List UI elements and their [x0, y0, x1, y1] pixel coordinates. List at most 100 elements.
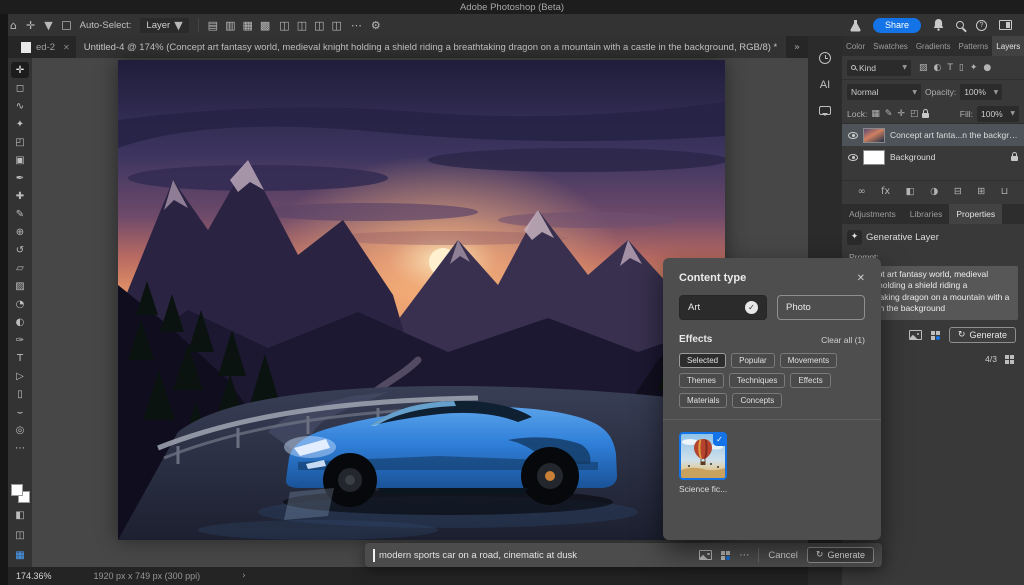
layer-thumbnail[interactable] — [863, 128, 885, 143]
search-icon[interactable] — [956, 21, 964, 29]
layer-effects-icon[interactable]: fx — [881, 186, 890, 197]
align-edges-icon[interactable]: ▩ — [260, 20, 270, 31]
opacity-dropdown[interactable]: 100% ▼ — [960, 84, 1002, 100]
science-fiction-style-thumbnail[interactable]: ✓ — [679, 432, 727, 480]
quick-mask-icon[interactable]: ◧ — [11, 507, 29, 523]
reference-image-icon[interactable] — [699, 550, 712, 560]
crop-tool[interactable]: ◰ — [11, 134, 29, 150]
distribute-center-icon[interactable]: ◫ — [297, 20, 307, 31]
tab-swatches[interactable]: Swatches — [869, 36, 912, 56]
help-icon[interactable]: ? — [976, 20, 987, 31]
fill-dropdown[interactable]: 100% ▼ — [977, 106, 1019, 122]
filter-type-icon[interactable]: T — [947, 63, 953, 73]
filter-toggle-icon[interactable]: ● — [983, 63, 991, 73]
clone-stamp-tool[interactable]: ⊕ — [11, 224, 29, 240]
filter-shape-icon[interactable]: ▯ — [959, 63, 964, 73]
screen-mode-icon[interactable] — [999, 20, 1012, 30]
tool-preset-chevron-icon[interactable]: ▼ — [44, 20, 52, 31]
distribute-left-icon[interactable]: ◫ — [279, 20, 289, 31]
distribute-right-icon[interactable]: ◫ — [314, 20, 324, 31]
lasso-tool[interactable]: ∿ — [11, 98, 29, 114]
layer-thumbnail[interactable] — [863, 150, 885, 165]
history-icon[interactable] — [819, 52, 831, 64]
tab-layers[interactable]: Layers — [992, 36, 1024, 56]
previous-tab[interactable]: ed-2 — [36, 42, 55, 53]
variations-grid-icon[interactable] — [931, 331, 940, 340]
marquee-tool[interactable]: ◻ — [11, 80, 29, 96]
comments-icon[interactable] — [819, 106, 831, 115]
art-button[interactable]: Art ✓ — [679, 295, 767, 320]
move-tool[interactable]: ✛ — [11, 62, 29, 78]
gradient-tool[interactable]: ▨ — [11, 278, 29, 294]
tab-gradients[interactable]: Gradients — [912, 36, 955, 56]
chip-movements[interactable]: Movements — [780, 353, 837, 368]
status-chevron-icon[interactable]: › — [242, 571, 246, 581]
blur-tool[interactable]: ◔ — [11, 296, 29, 312]
filter-adjustment-icon[interactable]: ◐ — [934, 63, 942, 73]
prompt-input[interactable]: modern sports car on a road, cinematic a… — [373, 549, 690, 562]
close-tab-icon[interactable]: ✕ — [63, 43, 70, 52]
frame-tool[interactable]: ▣ — [11, 152, 29, 168]
document-thumbnail-icon[interactable] — [21, 42, 31, 53]
filter-smart-object-icon[interactable]: ✦ — [970, 63, 978, 73]
hand-tool[interactable]: ⌣ — [11, 404, 29, 420]
layer-row-background[interactable]: Background — [842, 146, 1024, 168]
canvas-image[interactable] — [118, 60, 725, 540]
notifications-bell-icon[interactable] — [933, 19, 944, 31]
brush-tool[interactable]: ✎ — [11, 206, 29, 222]
adjustment-layer-icon[interactable]: ◑ — [930, 186, 938, 197]
chip-popular[interactable]: Popular — [731, 353, 775, 368]
layer-row-generative[interactable]: Concept art fanta...n the background — [842, 124, 1024, 146]
beta-flask-icon[interactable] — [850, 19, 861, 32]
chip-themes[interactable]: Themes — [679, 373, 724, 388]
home-icon[interactable]: ⌂ — [10, 20, 17, 31]
screen-mode-toggle-icon[interactable]: ◫ — [11, 527, 29, 543]
lock-position-icon[interactable]: ✛ — [897, 109, 905, 119]
eyedropper-tool[interactable]: ✒ — [11, 170, 29, 186]
align-center-icon[interactable]: ▥ — [225, 20, 235, 31]
auto-select-checkbox[interactable] — [62, 21, 71, 30]
blend-mode-dropdown[interactable]: Normal ▼ — [847, 84, 921, 100]
distribute-bottom-icon[interactable]: ◫ — [332, 20, 342, 31]
chip-materials[interactable]: Materials — [679, 393, 727, 408]
chip-concepts[interactable]: Concepts — [732, 393, 782, 408]
filter-pixel-icon[interactable]: ▨ — [919, 63, 928, 73]
foreground-color-swatch[interactable] — [11, 484, 23, 496]
tab-libraries[interactable]: Libraries — [903, 204, 950, 224]
more-options-icon[interactable]: ⋯ — [739, 550, 749, 561]
tab-properties[interactable]: Properties — [949, 204, 1002, 224]
more-options-icon[interactable]: ⋯ — [351, 20, 362, 31]
current-tool-icon[interactable]: ✛ — [26, 20, 35, 31]
align-left-icon[interactable]: ▤ — [208, 20, 218, 31]
ai-panel-icon[interactable]: AI — [820, 79, 830, 91]
dodge-tool[interactable]: ◐ — [11, 314, 29, 330]
active-document-tab[interactable]: Untitled-4 @ 174% (Concept art fantasy w… — [76, 36, 786, 58]
path-selection-tool[interactable]: ▷ — [11, 368, 29, 384]
type-tool[interactable]: T — [11, 350, 29, 366]
history-brush-tool[interactable]: ↺ — [11, 242, 29, 258]
lock-all-icon[interactable] — [922, 113, 929, 118]
group-layers-icon[interactable]: ⊟ — [954, 186, 962, 197]
layer-filter-dropdown[interactable]: Kind ▼ — [847, 60, 911, 76]
generate-button[interactable]: ↻ Generate — [807, 547, 874, 563]
chip-techniques[interactable]: Techniques — [729, 373, 785, 388]
object-selection-tool[interactable]: ✦ — [11, 116, 29, 132]
grid-view-icon[interactable] — [1005, 355, 1014, 364]
tab-patterns[interactable]: Patterns — [955, 36, 993, 56]
zoom-tool[interactable]: ◎ — [11, 422, 29, 438]
link-layers-icon[interactable]: ∞ — [858, 186, 866, 197]
tab-overflow-icon[interactable]: » — [794, 42, 800, 53]
variations-grid-icon[interactable] — [721, 551, 730, 560]
shape-tool[interactable]: ▯ — [11, 386, 29, 402]
color-swatches[interactable] — [11, 484, 30, 503]
auto-select-dropdown[interactable]: Layer ▼ — [140, 18, 188, 33]
tab-adjustments[interactable]: Adjustments — [842, 204, 903, 224]
delete-layer-icon[interactable]: ⊔ — [1001, 186, 1008, 197]
workspace-gear-icon[interactable]: ⚙ — [371, 20, 381, 31]
cancel-button[interactable]: Cancel — [768, 550, 798, 561]
eraser-tool[interactable]: ▱ — [11, 260, 29, 276]
photo-button[interactable]: Photo — [777, 295, 865, 320]
zoom-level[interactable]: 174.36% — [16, 571, 52, 581]
pen-tool[interactable]: ✑ — [11, 332, 29, 348]
lock-transparency-icon[interactable]: ▦ — [871, 109, 880, 119]
